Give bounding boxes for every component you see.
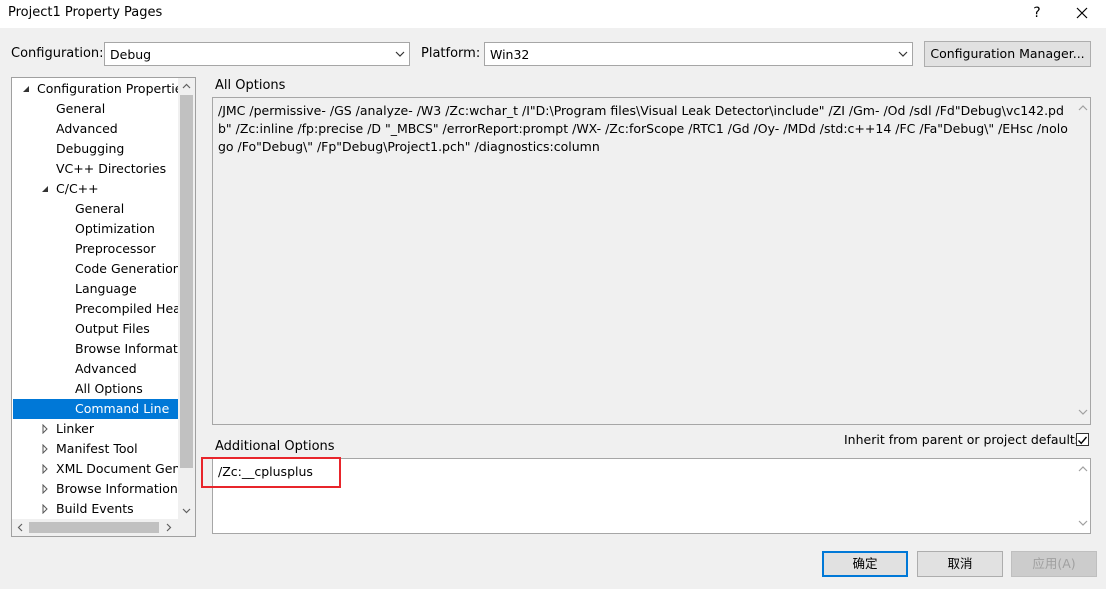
scroll-down-icon[interactable] (1078, 407, 1088, 417)
additional-options-label: Additional Options (215, 439, 335, 454)
tree-item-label: Manifest Tool (56, 441, 138, 456)
collapsed-triangle-icon[interactable] (40, 464, 50, 474)
tree-item[interactable]: Code Generation (12, 259, 181, 279)
tree-item[interactable]: Command Line (13, 399, 178, 419)
tree-item[interactable]: Advanced (12, 119, 178, 139)
tree-item-label: Configuration Properties (37, 81, 189, 96)
tree-item[interactable]: Optimization (12, 219, 178, 239)
tree-item-label: Preprocessor (75, 241, 156, 256)
tree-item-label: Advanced (75, 361, 137, 376)
tree-item-label: Debugging (56, 141, 125, 156)
collapsed-triangle-icon[interactable] (40, 504, 50, 514)
additional-options-textbox[interactable]: /Zc:__cplusplus (212, 458, 1091, 534)
tree-item-label: Optimization (75, 221, 155, 236)
property-tree[interactable]: Configuration Properties General Advanced D… (11, 77, 196, 537)
highlight-annotation (201, 457, 341, 488)
scroll-up-icon[interactable] (182, 82, 191, 91)
tree-horizontal-thumb[interactable] (29, 522, 159, 533)
expanded-triangle-icon[interactable] (21, 84, 31, 94)
tree-item[interactable]: Manifest Tool (12, 439, 178, 459)
scroll-down-icon[interactable] (1078, 518, 1088, 528)
tree-item-label: Code Generation (75, 261, 181, 276)
configuration-manager-button[interactable]: Configuration Manager... (924, 41, 1091, 67)
tree-item[interactable]: C/C++ (12, 179, 178, 199)
tree-item-label: C/C++ (56, 181, 99, 196)
title-bar: Project1 Property Pages ? (0, 0, 1106, 28)
scroll-right-icon[interactable] (164, 523, 173, 532)
tree-item-label: General (56, 101, 106, 116)
apply-button[interactable]: 应用(A) (1011, 551, 1097, 577)
scroll-down-icon[interactable] (182, 506, 191, 515)
tree-item[interactable]: Preprocessor (12, 239, 178, 259)
tree-item[interactable]: Browse Informatic (12, 339, 188, 359)
tree-item[interactable]: XML Document Gene (12, 459, 188, 479)
tree-item-label: All Options (75, 381, 143, 396)
configuration-select[interactable]: Debug (104, 42, 410, 66)
tree-horizontal-scrollbar[interactable] (12, 519, 195, 536)
tree-item-label: Precompiled Heac (75, 301, 188, 316)
tree-item[interactable]: Linker (12, 419, 178, 439)
configuration-label: Configuration: (11, 46, 104, 61)
scroll-up-icon[interactable] (1078, 464, 1088, 474)
tree-item-label: Browse Informatic (75, 341, 189, 356)
platform-value: Win32 (490, 47, 530, 62)
tree-vertical-scrollbar[interactable] (178, 78, 195, 519)
collapsed-triangle-icon[interactable] (40, 444, 50, 454)
scroll-up-icon[interactable] (1078, 103, 1088, 113)
tree-item[interactable]: General (12, 99, 178, 119)
tree-item[interactable]: Advanced (12, 359, 178, 379)
tree-item-label: Linker (56, 421, 94, 436)
tree-item-label: Language (75, 281, 137, 296)
help-button[interactable]: ? (1026, 0, 1048, 26)
inherit-checkbox[interactable] (1076, 433, 1089, 446)
all-options-textbox[interactable]: /JMC /permissive- /GS /analyze- /W3 /Zc:… (212, 97, 1091, 425)
tree-item[interactable]: Precompiled Heac (12, 299, 188, 319)
window-title: Project1 Property Pages (8, 5, 163, 20)
chevron-down-icon (395, 51, 405, 57)
tree-item-label: VC++ Directories (56, 161, 167, 176)
all-options-text: /JMC /permissive- /GS /analyze- /W3 /Zc:… (218, 103, 1068, 154)
tree-item-label: Advanced (56, 121, 118, 136)
platform-label: Platform: (421, 46, 481, 61)
tree-item-label: Output Files (75, 321, 150, 336)
tree-item[interactable]: VC++ Directories (12, 159, 178, 179)
tree-item[interactable]: All Options (12, 379, 178, 399)
collapsed-triangle-icon[interactable] (40, 424, 50, 434)
checkmark-icon (1077, 436, 1088, 445)
tree-item-label: General (75, 201, 125, 216)
cancel-button[interactable]: 取消 (917, 551, 1003, 577)
ok-button[interactable]: 确定 (822, 551, 908, 577)
tree-item[interactable]: Browse Information (12, 479, 178, 499)
all-options-label: All Options (215, 78, 286, 93)
tree-item[interactable]: Configuration Properties (12, 79, 189, 99)
tree-item-label: Build Events (56, 501, 134, 516)
tree-item[interactable]: Debugging (12, 139, 178, 159)
inherit-label: Inherit from parent or project defaults (844, 432, 1082, 447)
platform-select[interactable]: Win32 (484, 42, 913, 66)
tree-item[interactable]: General (12, 199, 178, 219)
tree-item[interactable]: Language (12, 279, 178, 299)
scroll-left-icon[interactable] (16, 523, 25, 532)
tree-item-label: Command Line (75, 401, 170, 416)
chevron-down-icon (898, 51, 908, 57)
tree-vertical-thumb[interactable] (180, 95, 193, 468)
tree-item[interactable]: Output Files (12, 319, 178, 339)
tree-item[interactable]: Build Events (12, 499, 178, 519)
close-button[interactable] (1070, 0, 1094, 26)
expanded-triangle-icon[interactable] (40, 184, 50, 194)
help-icon: ? (1033, 5, 1041, 21)
configuration-value: Debug (110, 47, 152, 62)
tree-item-label: XML Document Gene (56, 461, 189, 476)
close-icon (1076, 7, 1088, 19)
collapsed-triangle-icon[interactable] (40, 484, 50, 494)
tree-item-label: Browse Information (56, 481, 178, 496)
